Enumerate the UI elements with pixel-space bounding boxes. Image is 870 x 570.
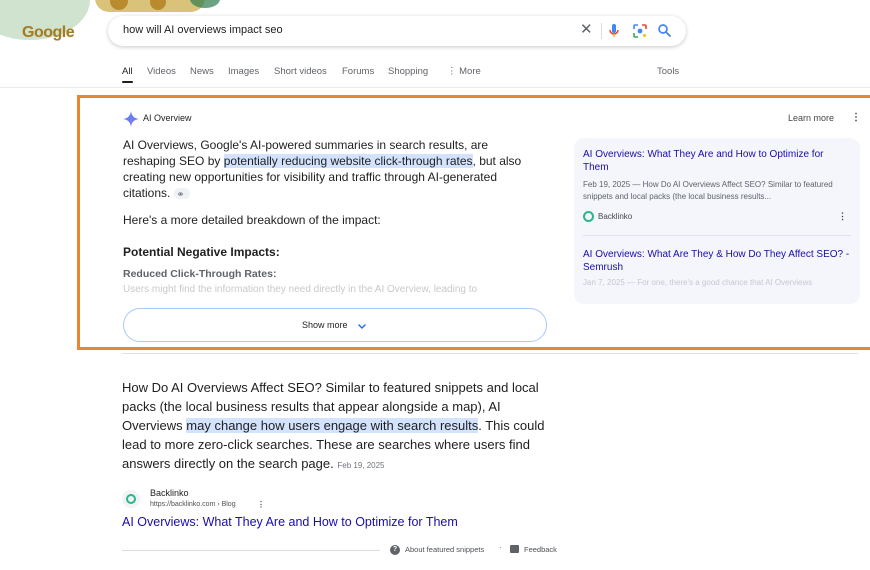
feedback-link[interactable]: Feedback	[524, 545, 557, 554]
source-title[interactable]: AI Overviews: What Are They & How Do The…	[583, 248, 851, 274]
search-tabs: All Videos News Images Short videos Foru…	[0, 66, 870, 86]
result-title-link[interactable]: AI Overviews: What They Are and How to O…	[122, 515, 458, 529]
site-favicon-icon[interactable]	[122, 490, 140, 508]
ai-overview-title: AI Overview	[143, 113, 192, 123]
sparkle-icon	[123, 111, 139, 132]
breakdown-text: Here's a more detailed breakdown of the …	[123, 213, 381, 227]
source-title[interactable]: AI Overviews: What They Are and How to O…	[583, 148, 851, 174]
tab-videos[interactable]: Videos	[147, 66, 176, 77]
show-more-button[interactable]: Show more	[123, 308, 547, 342]
summary-highlight: potentially reducing website click-throu…	[223, 154, 473, 168]
search-box[interactable]: how will AI overviews impact seo ✕	[108, 16, 686, 46]
section-divider	[122, 353, 858, 354]
ai-overview-summary: AI Overviews, Google's AI-powered summar…	[123, 137, 543, 202]
clear-icon[interactable]: ✕	[580, 22, 593, 37]
site-favicon-icon	[583, 211, 594, 222]
snippet-highlight: may change how users engage with search …	[186, 418, 479, 433]
source-snippet: Feb 19, 2025 — How Do AI Overviews Affec…	[583, 180, 833, 201]
mic-icon[interactable]	[608, 23, 620, 44]
result-url[interactable]: https://backlinko.com › Blog	[150, 501, 236, 508]
more-options-icon[interactable]: ⋮	[851, 112, 861, 123]
show-more-label: Show more	[302, 320, 348, 330]
search-icon[interactable]	[657, 23, 672, 43]
source-site-name: Backlinko	[598, 212, 633, 221]
source-snippet: Jan 7, 2025 — For one, there's a good ch…	[583, 278, 813, 287]
tab-short-videos[interactable]: Short videos	[274, 66, 327, 77]
ctr-subheading: Reduced Click-Through Rates:	[123, 268, 277, 280]
tab-news[interactable]: News	[190, 66, 214, 77]
snippet-date: Feb 19, 2025	[337, 461, 385, 470]
footer-separator: ·	[499, 543, 502, 552]
featured-snippet-text: How Do AI Overviews Affect SEO? Similar …	[122, 378, 562, 475]
snippet-footer-divider	[122, 550, 380, 551]
tab-shopping[interactable]: Shopping	[388, 66, 428, 77]
search-divider	[601, 23, 602, 39]
ai-sources-panel: AI Overviews: What They Are and How to O…	[574, 138, 860, 304]
citation-link-icon[interactable]	[173, 186, 190, 202]
chevron-down-icon	[357, 318, 367, 336]
result-site-name[interactable]: Backlinko	[150, 488, 189, 498]
tab-active-indicator	[122, 81, 133, 83]
result-options-icon[interactable]: ⋮	[257, 500, 265, 509]
tab-forums[interactable]: Forums	[342, 66, 374, 77]
learn-more-link[interactable]: Learn more	[788, 113, 834, 123]
header-divider	[0, 87, 870, 88]
source-options-icon[interactable]: ⋮	[838, 211, 847, 222]
feedback-icon[interactable]	[510, 545, 519, 553]
ai-overview-panel: AI Overview Learn more ⋮ AI Overviews, G…	[77, 95, 870, 350]
tab-images[interactable]: Images	[228, 66, 259, 77]
tools-button[interactable]: Tools	[657, 66, 679, 77]
lens-icon[interactable]	[632, 23, 648, 44]
about-featured-snippets-link[interactable]: About featured snippets	[405, 545, 484, 554]
tab-all[interactable]: All	[122, 66, 133, 77]
google-logo[interactable]: Google	[22, 24, 75, 42]
search-input[interactable]: how will AI overviews impact seo	[123, 24, 283, 36]
tab-more[interactable]: ⋮ More	[447, 66, 481, 77]
negative-impacts-heading: Potential Negative Impacts:	[123, 245, 280, 259]
faded-preview-text: Users might find the information they ne…	[123, 284, 478, 295]
help-icon[interactable]: ?	[390, 545, 400, 555]
source-divider	[583, 235, 851, 236]
